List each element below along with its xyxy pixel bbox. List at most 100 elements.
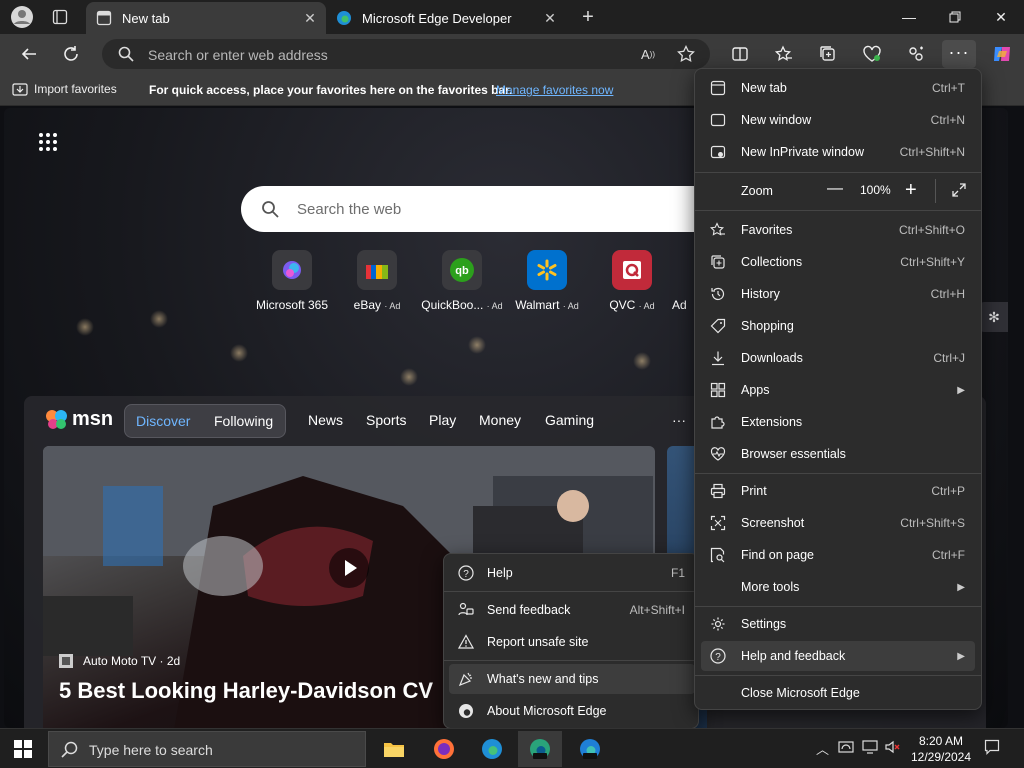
menu-item-history[interactable]: History Ctrl+H <box>701 279 975 309</box>
menu-item-shopping[interactable]: Shopping <box>701 311 975 341</box>
menu-item-new-tab[interactable]: New tab Ctrl+T <box>701 73 975 103</box>
browser-essentials-icon[interactable] <box>860 42 884 66</box>
page-settings-button[interactable]: ✻ <box>980 302 1008 332</box>
taskbar-edge[interactable] <box>470 731 514 767</box>
address-bar[interactable]: Search or enter web address A)) <box>102 39 710 69</box>
close-tab-icon[interactable]: ✕ <box>542 10 558 26</box>
source-logo-icon <box>59 654 73 668</box>
menu-item-label: About Microsoft Edge <box>487 704 607 718</box>
settings-and-more-button[interactable]: ··· <box>942 40 976 68</box>
article-headline[interactable]: 5 Best Looking Harley-Davidson CV <box>59 678 433 704</box>
menu-item-print[interactable]: Print Ctrl+P <box>701 476 975 506</box>
menu-item-collections[interactable]: Collections Ctrl+Shift+Y <box>701 247 975 277</box>
import-favorites-button[interactable]: Import favorites <box>12 82 117 96</box>
menu-item-about-edge[interactable]: About Microsoft Edge <box>449 696 695 726</box>
quick-link-quickbooks[interactable]: qb QuickBoo... · Ad <box>417 250 507 312</box>
minimize-button[interactable]: — <box>886 0 932 34</box>
new-tab-button[interactable]: + <box>574 4 602 30</box>
quick-link-partial[interactable]: Ad <box>672 250 694 312</box>
quick-link-qvc[interactable]: QVC · Ad <box>587 250 677 312</box>
back-button[interactable] <box>14 40 44 68</box>
quick-link-ebay[interactable]: eBay · Ad <box>332 250 422 312</box>
feed-nav-gaming[interactable]: Gaming <box>545 412 594 428</box>
menu-item-downloads[interactable]: Downloads Ctrl+J <box>701 343 975 373</box>
heart-pulse-icon <box>709 445 727 463</box>
feed-nav-news[interactable]: News <box>308 412 343 428</box>
tab-edge-developer[interactable]: Microsoft Edge Developer ✕ <box>326 2 566 34</box>
tray-volume-muted-icon[interactable] <box>884 739 902 758</box>
profile-avatar[interactable] <box>8 4 36 30</box>
tab-discover[interactable]: Discover <box>136 413 190 429</box>
msn-logo[interactable]: msn <box>44 408 113 431</box>
tab-new-tab[interactable]: New tab ✕ <box>86 2 326 34</box>
close-window-button[interactable]: ✕ <box>978 0 1024 34</box>
menu-item-help[interactable]: ? Help F1 <box>449 558 695 588</box>
menu-item-new-window[interactable]: New window Ctrl+N <box>701 105 975 135</box>
menu-item-find-on-page[interactable]: Find on page Ctrl+F <box>701 540 975 570</box>
fullscreen-icon[interactable] <box>951 182 967 201</box>
collections-icon[interactable] <box>816 42 840 66</box>
restore-icon <box>949 11 961 23</box>
bokeh-light <box>633 352 651 370</box>
notifications-icon[interactable] <box>984 739 1000 758</box>
menu-item-favorites[interactable]: Favorites Ctrl+Shift+O <box>701 215 975 245</box>
menu-item-close-edge[interactable]: Close Microsoft Edge <box>701 678 975 708</box>
menu-item-more-tools[interactable]: More tools ▶ <box>701 572 975 602</box>
feed-more-button[interactable]: ··· <box>672 412 686 428</box>
feed-nav-sports[interactable]: Sports <box>366 412 406 428</box>
read-aloud-icon[interactable]: A)) <box>638 45 658 63</box>
tab-following[interactable]: Following <box>214 413 273 429</box>
taskbar-file-explorer[interactable] <box>372 731 416 767</box>
menu-item-label: Report unsafe site <box>487 635 589 649</box>
menu-item-apps[interactable]: Apps ▶ <box>701 375 975 405</box>
menu-item-help-and-feedback[interactable]: ? Help and feedback ▶ <box>701 641 975 671</box>
menu-item-whats-new[interactable]: What's new and tips <box>449 664 695 694</box>
add-favorite-star-icon[interactable] <box>676 45 696 63</box>
menu-item-shortcut: Ctrl+H <box>930 287 965 301</box>
menu-item-new-inprivate-window[interactable]: New InPrivate window Ctrl+Shift+N <box>701 137 975 167</box>
copilot-sidebar-toggle-icon[interactable] <box>904 42 928 66</box>
tab-actions-button[interactable] <box>46 4 74 30</box>
tray-chevron-up-icon[interactable]: ︿ <box>816 739 829 758</box>
menu-item-report-unsafe-site[interactable]: Report unsafe site <box>449 627 695 657</box>
taskbar-edge-dev[interactable] <box>518 731 562 767</box>
restore-button[interactable] <box>932 0 978 34</box>
close-tab-icon[interactable]: ✕ <box>302 10 318 26</box>
history-icon <box>709 285 727 303</box>
taskbar-search-box[interactable]: Type here to search <box>48 731 366 767</box>
web-search-box[interactable]: Search the web <box>241 186 701 232</box>
zoom-out-button[interactable]: — <box>827 180 843 198</box>
taskbar-edge-beta[interactable] <box>568 731 612 767</box>
menu-item-browser-essentials[interactable]: Browser essentials <box>701 439 975 469</box>
windows-taskbar: Type here to search ︿ 8:20 AM 12/29/2024 <box>0 728 1024 768</box>
more-tools-icon <box>709 578 727 596</box>
zoom-in-button[interactable]: + <box>905 179 917 202</box>
start-button[interactable] <box>8 737 38 761</box>
download-icon <box>709 349 727 367</box>
quick-link-microsoft-365[interactable]: Microsoft 365 <box>247 250 337 312</box>
refresh-button[interactable] <box>56 40 86 68</box>
split-screen-icon[interactable] <box>728 42 752 66</box>
menu-item-label: Close Microsoft Edge <box>741 686 860 700</box>
feed-nav-play[interactable]: Play <box>429 412 456 428</box>
tray-display-icon[interactable] <box>862 739 878 758</box>
play-video-button[interactable] <box>329 548 369 588</box>
app-launcher-button[interactable] <box>38 132 58 152</box>
quick-link-walmart[interactable]: Walmart · Ad <box>502 250 592 312</box>
menu-item-label: Screenshot <box>741 516 805 530</box>
manage-favorites-link[interactable]: Manage favorites now <box>496 83 613 97</box>
menu-item-extensions[interactable]: Extensions <box>701 407 975 437</box>
search-icon <box>262 201 279 218</box>
favorites-icon[interactable] <box>772 42 796 66</box>
svg-text:qb: qb <box>455 265 469 277</box>
copilot-icon[interactable] <box>990 42 1014 66</box>
taskbar-firefox[interactable] <box>422 731 466 767</box>
system-clock[interactable]: 8:20 AM 12/29/2024 <box>906 733 976 765</box>
menu-separator <box>444 660 730 661</box>
play-icon <box>345 560 357 576</box>
menu-item-settings[interactable]: Settings <box>701 609 975 639</box>
tray-network-icon[interactable] <box>838 739 854 758</box>
menu-item-send-feedback[interactable]: Send feedback Alt+Shift+I <box>449 595 695 625</box>
feed-nav-money[interactable]: Money <box>479 412 521 428</box>
menu-item-screenshot[interactable]: Screenshot Ctrl+Shift+S <box>701 508 975 538</box>
